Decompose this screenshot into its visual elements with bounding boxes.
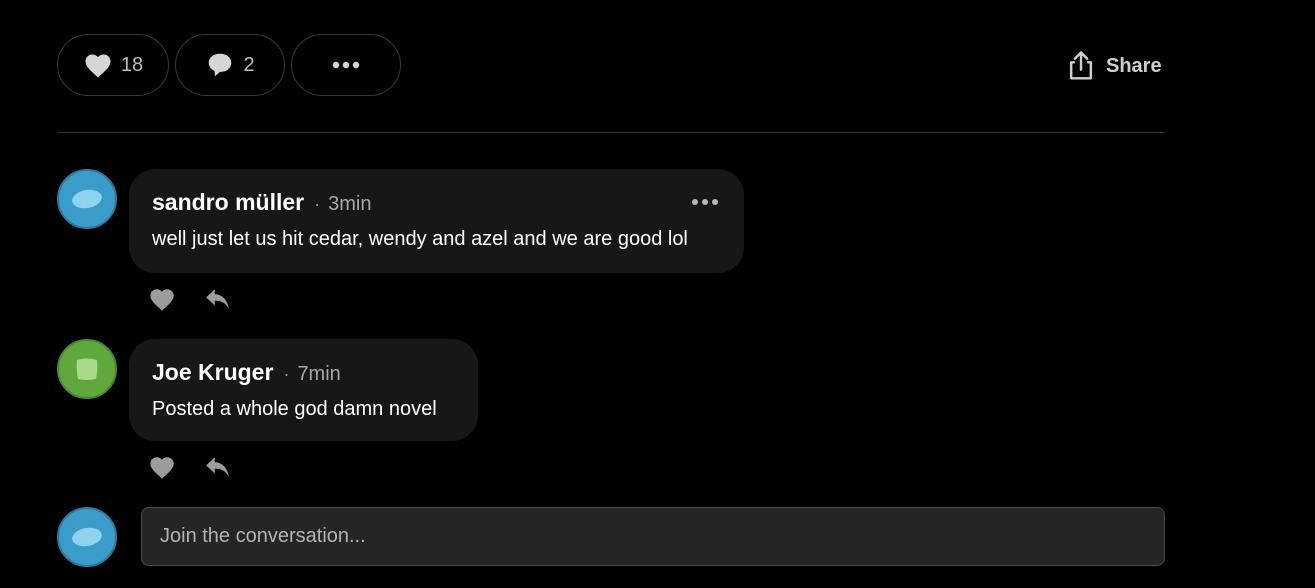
comment-bubble: Joe Kruger · 7min Posted a whole god dam… (129, 339, 478, 441)
comment-reply-button[interactable] (204, 455, 232, 479)
comment-like-button[interactable] (148, 286, 176, 312)
separator-dot: · (314, 194, 321, 214)
comment-text: well just let us hit cedar, wendy and az… (152, 228, 688, 250)
comment-reactions (148, 454, 232, 480)
avatar[interactable] (57, 169, 117, 229)
comment-count: 2 (243, 53, 255, 76)
divider (57, 132, 1165, 133)
comments-button[interactable]: 2 (175, 34, 285, 96)
heart-icon (150, 289, 174, 311)
comment-like-button[interactable] (148, 454, 176, 480)
avatar-blob-icon (72, 527, 102, 547)
reply-icon (206, 289, 229, 309)
more-icon (692, 199, 698, 205)
comment-icon (205, 50, 235, 80)
comment-input[interactable] (141, 507, 1165, 566)
share-button[interactable]: Share (1066, 46, 1162, 86)
avatar-blob-icon (76, 358, 98, 380)
like-button[interactable]: 18 (57, 34, 169, 96)
share-label: Share (1106, 54, 1162, 77)
comment-time: 3min (328, 193, 372, 215)
heart-icon (83, 51, 113, 79)
comment-author[interactable]: Joe Kruger (152, 359, 273, 386)
more-options-button[interactable] (291, 34, 401, 96)
more-icon (331, 61, 361, 69)
current-user-avatar (57, 507, 117, 567)
reply-icon (206, 457, 229, 477)
separator-dot: · (283, 364, 290, 384)
comment-reactions (148, 286, 232, 312)
comment-menu-button[interactable] (692, 199, 718, 205)
heart-icon (150, 457, 174, 479)
share-icon (1066, 50, 1096, 82)
comment-section: 18 2 Share sandro müller · 3min well jus… (0, 0, 1315, 588)
avatar-blob-icon (72, 189, 102, 209)
comment-time: 7min (297, 363, 341, 385)
comment-reply-button[interactable] (204, 287, 232, 311)
comment-author[interactable]: sandro müller (152, 189, 304, 216)
comment-text: Posted a whole god damn novel (152, 398, 437, 420)
like-count: 18 (120, 53, 144, 76)
avatar[interactable] (57, 339, 117, 399)
comment-bubble: sandro müller · 3min well just let us hi… (129, 169, 744, 273)
